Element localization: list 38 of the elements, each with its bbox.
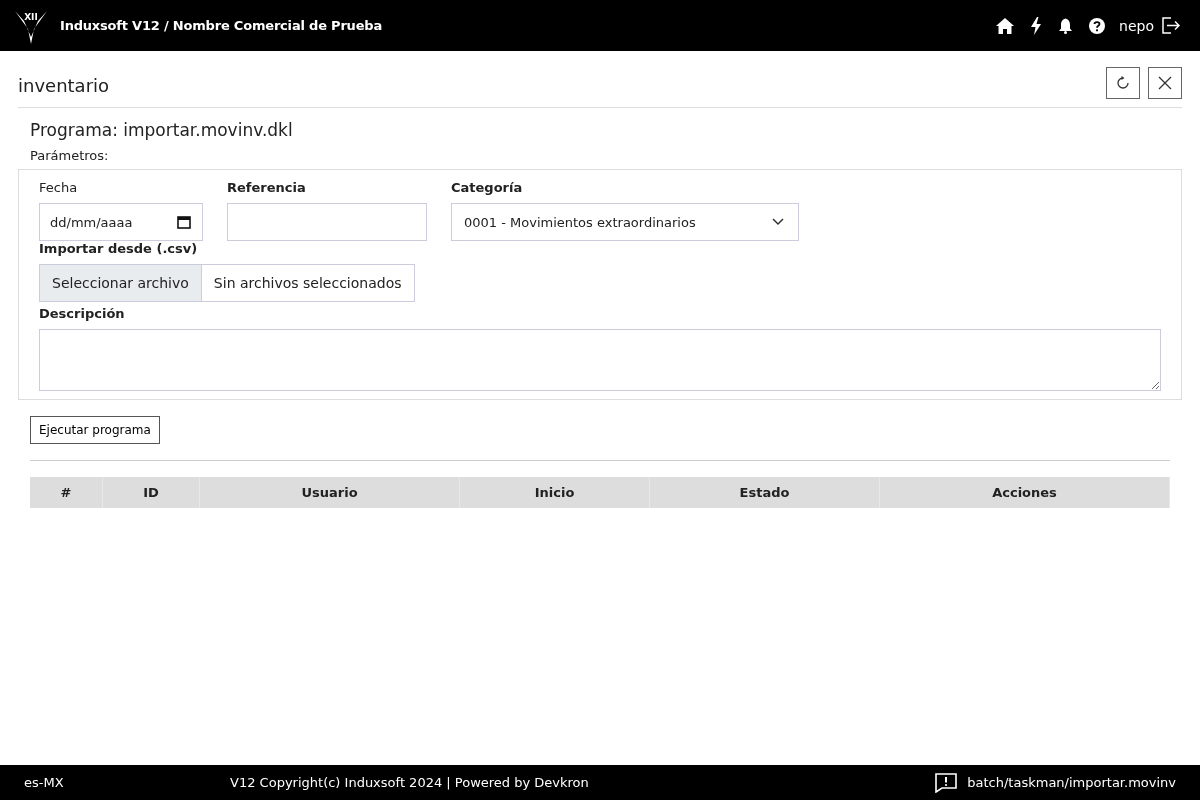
- chevron-down-icon: [772, 218, 784, 226]
- calendar-icon[interactable]: [177, 215, 191, 229]
- category-select[interactable]: 0001 - Movimientos extraordinarios: [451, 203, 799, 241]
- file-status: Sin archivos seleccionados: [212, 274, 403, 293]
- home-icon[interactable]: [996, 17, 1015, 34]
- parameters-label: Parámetros:: [30, 148, 110, 163]
- field-label: Referencia: [227, 180, 307, 195]
- app-title: Induxsoft V12 / Nombre Comercial de Prueba: [60, 18, 382, 33]
- program-path: batch/taskman/importar.movinv: [967, 775, 1176, 790]
- field-label: Descripción: [39, 306, 125, 321]
- refresh-button[interactable]: [1106, 67, 1140, 99]
- close-icon: [1158, 76, 1172, 90]
- message-alert-icon[interactable]: [935, 772, 958, 793]
- lightning-icon[interactable]: [1030, 16, 1043, 35]
- field-label: Importar desde (.csv): [39, 241, 198, 256]
- choose-file-button[interactable]: Seleccionar archivo: [40, 265, 202, 301]
- field-label: Fecha: [39, 180, 79, 195]
- program-title: Programa: importar.movinv.dkl: [30, 120, 294, 140]
- bell-icon[interactable]: [1058, 17, 1074, 34]
- panel-title: inventario: [18, 74, 110, 96]
- column-header: Usuario: [200, 477, 460, 508]
- logout-icon[interactable]: [1162, 17, 1182, 34]
- date-field[interactable]: dd/mm/aaaa: [39, 203, 203, 241]
- column-header: ID: [103, 477, 200, 508]
- refresh-icon: [1116, 76, 1130, 90]
- file-field[interactable]: Seleccionar archivo Sin archivos seleccionados: [39, 264, 415, 302]
- run-program-button[interactable]: Ejecutar programa: [30, 416, 160, 444]
- copyright-text: V12 Copyright(c) Induxsoft 2024 | Powered by Devkron: [229, 775, 590, 790]
- help-icon[interactable]: [1089, 17, 1106, 34]
- locale-label: es-MX: [24, 775, 64, 790]
- reference-input[interactable]: [227, 203, 427, 241]
- close-button[interactable]: [1148, 67, 1182, 99]
- column-header: Inicio: [460, 477, 650, 508]
- user-name[interactable]: nepo: [1119, 17, 1154, 34]
- column-header: Estado: [650, 477, 880, 508]
- column-header: Acciones: [880, 477, 1170, 508]
- column-header: #: [30, 477, 103, 508]
- field-label: Categoría: [451, 180, 524, 195]
